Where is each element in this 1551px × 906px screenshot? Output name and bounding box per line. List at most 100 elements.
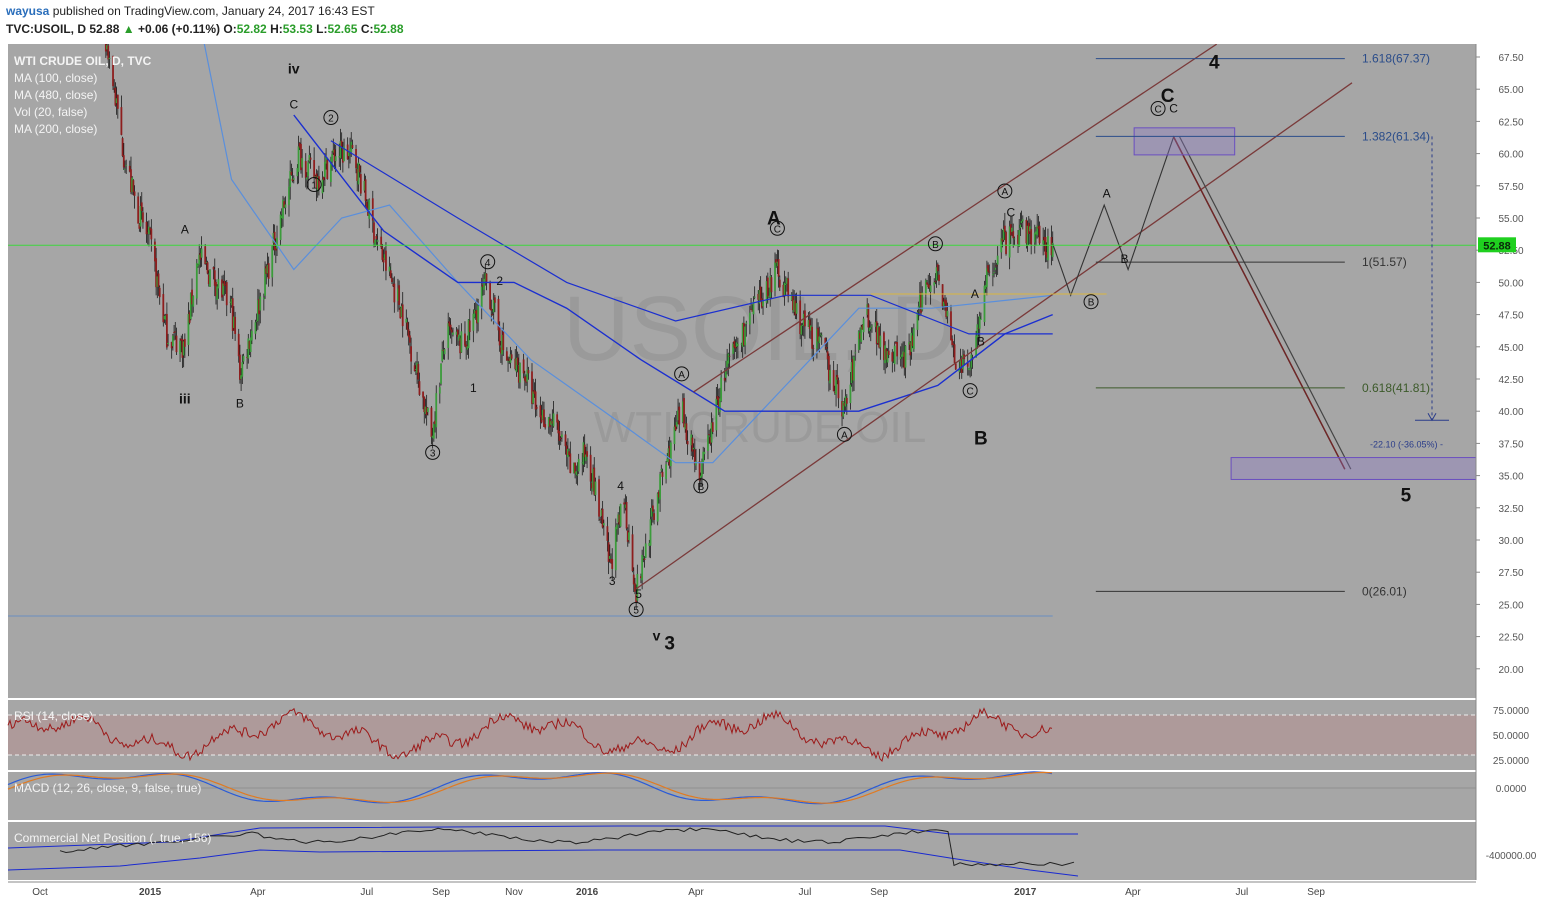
candle-body	[849, 384, 852, 404]
candle-body	[121, 138, 124, 156]
candle-body	[426, 407, 429, 413]
y-tick-label: 57.50	[1498, 182, 1523, 193]
wave-label: B	[974, 429, 988, 450]
candle-body	[825, 347, 828, 349]
x-tick-label: Sep	[870, 887, 888, 898]
wave-label: A	[181, 222, 189, 236]
candle-body	[950, 311, 952, 341]
candle-body	[559, 437, 562, 439]
circled-wave-label: B	[697, 482, 704, 493]
candle-body	[608, 555, 611, 559]
candle-body	[140, 202, 143, 212]
candle-body	[174, 331, 177, 333]
candle-body	[534, 391, 537, 410]
candle-body	[685, 423, 688, 441]
candle-body	[736, 343, 739, 346]
candle-body	[267, 263, 270, 279]
circled-wave-label: 3	[430, 448, 436, 459]
candle-body	[669, 442, 672, 467]
candle-body	[1038, 225, 1041, 244]
candle-body	[167, 342, 169, 345]
circled-wave-label: A	[678, 370, 685, 381]
candle-body	[1005, 232, 1007, 254]
candle-body	[398, 285, 401, 305]
candle-body	[800, 325, 803, 335]
candle-body	[413, 365, 416, 372]
candle-body	[505, 351, 508, 361]
watermark-name: WTI CRUDE OIL	[594, 403, 926, 452]
candle-body	[660, 469, 663, 471]
candle-body	[653, 513, 656, 520]
candle-body	[980, 319, 982, 320]
candle-body	[936, 264, 939, 272]
macd-tick-label: 0.0000	[1496, 784, 1527, 795]
candle-body	[250, 330, 253, 341]
legend-item: MA (480, close)	[14, 88, 97, 102]
candle-body	[443, 349, 446, 355]
y-tick-label: 65.00	[1498, 85, 1523, 96]
x-tick-label: Apr	[688, 887, 704, 898]
candle-body	[145, 221, 148, 235]
candle-body	[389, 270, 392, 279]
wave-label: B	[1121, 252, 1129, 266]
candle-body	[753, 296, 756, 298]
candle-body	[204, 246, 207, 265]
wave-label: B	[977, 335, 985, 349]
y-tick-label: 25.00	[1498, 600, 1523, 611]
candle-body	[820, 335, 823, 337]
candle-body	[385, 250, 387, 271]
candle-body	[292, 178, 295, 180]
chart-canvas[interactable]: USOIL, DWTI CRUDE OIL WTI CRUDE OIL, D, …	[0, 0, 1551, 906]
candle-body	[996, 255, 999, 265]
candle-body	[1047, 236, 1049, 261]
candle-body	[309, 157, 312, 160]
candle-body	[777, 259, 780, 277]
x-tick-label: Apr	[1125, 887, 1141, 898]
wave-label: iv	[288, 61, 300, 77]
circled-wave-label: C	[774, 224, 781, 235]
x-tick-label: Jul	[799, 887, 812, 898]
rsi-band	[8, 715, 1476, 755]
candle-body	[1003, 225, 1006, 233]
wave-label: 5	[1401, 485, 1412, 506]
circled-wave-label: 2	[328, 114, 334, 125]
candle-body	[656, 493, 659, 522]
candle-body	[288, 186, 290, 206]
candle-body	[432, 423, 435, 439]
candle-body	[552, 413, 555, 427]
circled-wave-label: 4	[485, 258, 491, 269]
x-tick-label: Apr	[250, 887, 266, 898]
candle-body	[632, 574, 635, 585]
candle-body	[703, 451, 706, 455]
x-tick-label: 2015	[139, 887, 162, 898]
candle-body	[879, 335, 882, 348]
candle-body	[544, 424, 547, 428]
candle-body	[480, 286, 483, 308]
candle-body	[602, 523, 605, 526]
candle-body	[417, 363, 420, 380]
candle-body	[934, 281, 937, 283]
candle-body	[561, 434, 563, 438]
candle-body	[477, 305, 480, 323]
candle-body	[519, 363, 521, 383]
fib-level-label: 1.382(61.34)	[1362, 129, 1430, 143]
candle-body	[209, 269, 211, 287]
candle-body	[750, 308, 752, 310]
candle-body	[324, 161, 326, 178]
candle-body	[727, 353, 730, 364]
cot-title: Commercial Net Position (, true, 156)	[14, 831, 211, 845]
candle-body	[625, 502, 628, 529]
candle-body	[217, 279, 220, 289]
candle-body	[661, 471, 664, 477]
candle-body	[707, 435, 709, 451]
wave-label: 3	[664, 633, 675, 654]
candle-body	[924, 280, 927, 295]
circled-wave-label: 1	[311, 181, 317, 192]
legend-item: Vol (20, false)	[14, 105, 87, 119]
candle-body	[912, 328, 915, 350]
candle-body	[450, 329, 453, 333]
candle-body	[393, 283, 396, 303]
candle-body	[953, 344, 956, 363]
candle-body	[485, 273, 488, 282]
candle-body	[502, 331, 505, 351]
